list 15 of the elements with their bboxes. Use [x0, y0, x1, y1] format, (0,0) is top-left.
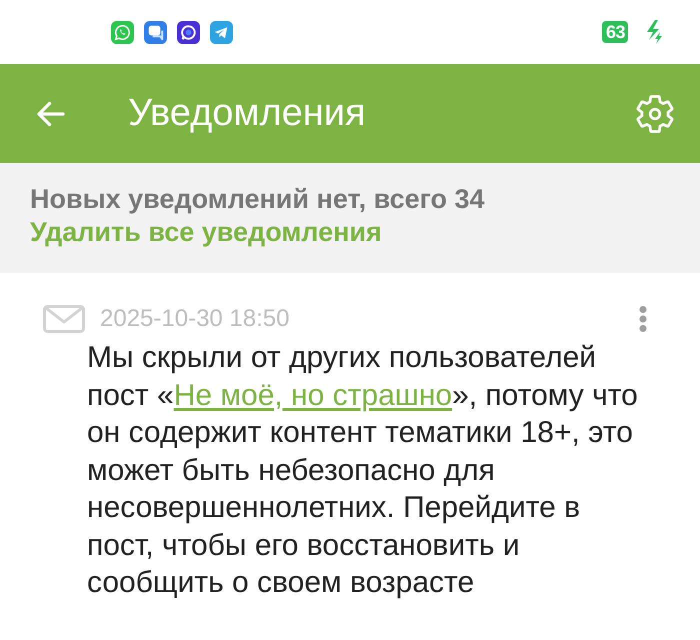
notification-count-text: Новых уведомлений нет, всего 34 — [30, 183, 485, 216]
delete-all-link[interactable]: Удалить все уведомления — [30, 216, 382, 249]
screen-title: Уведомления — [128, 90, 366, 136]
lightning-icon — [646, 20, 662, 44]
settings-icon — [636, 94, 674, 132]
chat-bubbles-icon — [144, 20, 167, 44]
chat-bubble-icon — [177, 20, 200, 44]
paper-plane-icon — [210, 20, 233, 44]
battery-indicator: 63 — [602, 21, 628, 43]
notification-date: 2025-10-30 18:50 — [100, 304, 290, 334]
chat-phone-icon — [111, 20, 134, 44]
settings-button[interactable] — [636, 94, 674, 132]
post-link[interactable]: Не моё, но страшно — [174, 378, 452, 412]
envelope-icon — [43, 305, 85, 333]
notification-text: Мы скрыли от других пользователей пост «Не моё, но страшно», потому что он содержит контент тематики 18+, это может быть небезопасно для несовершеннолетних. Перейдите в пост, чтобы его восстановить и сообщить о своем возрасте — [87, 340, 639, 601]
